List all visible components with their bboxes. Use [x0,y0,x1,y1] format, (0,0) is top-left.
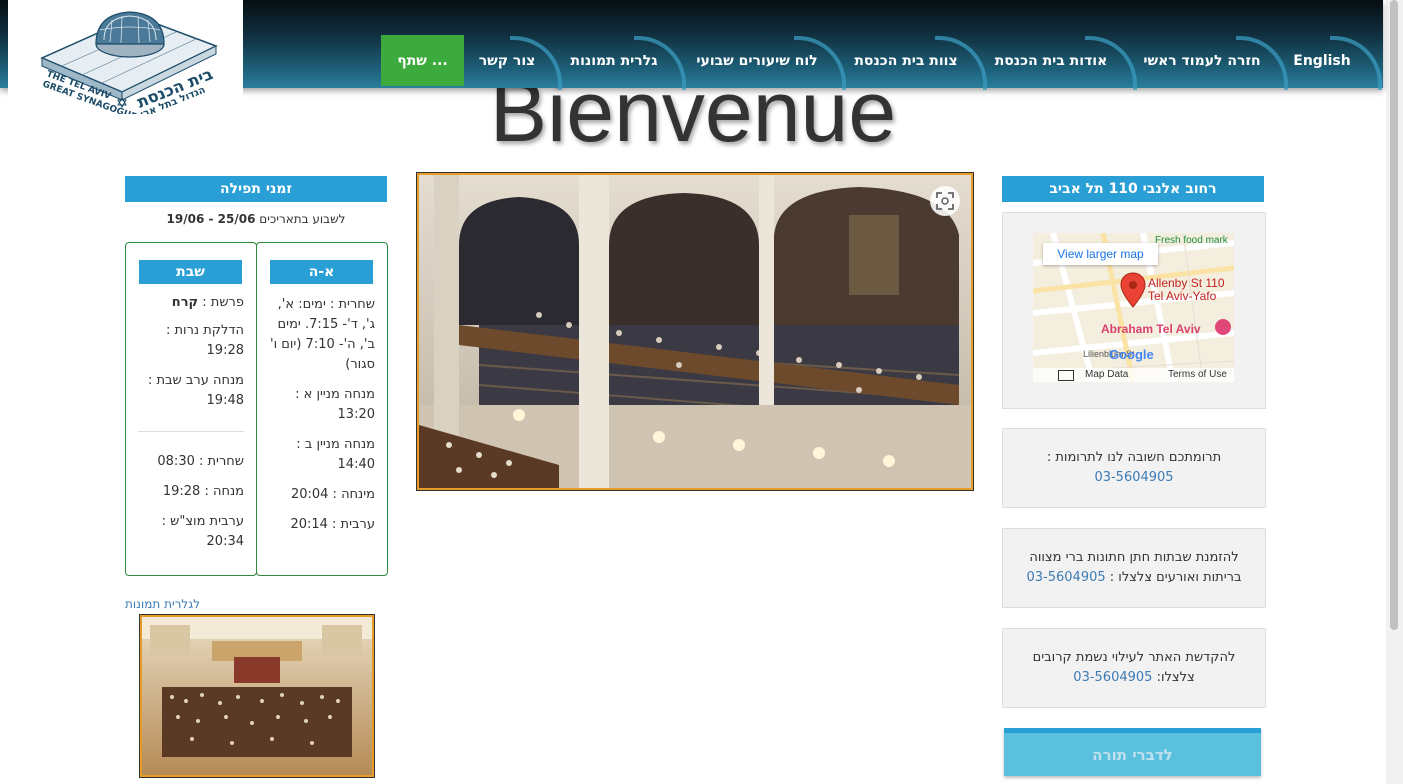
weekday-shacharit: שחרית : ימים: א', ג', ד'- 7:15. ימים ב',… [270,297,375,372]
map-pin-line2: Tel Aviv-Yafo [1148,289,1217,303]
synagogue-logo-icon: בית הכנסת הגדול בתל אביב THE TEL AVIV GR… [40,11,218,114]
shabbat-arvit: ערבית מוצ"ש : 20:34 [161,514,244,549]
map-place-label[interactable]: Abraham Tel Aviv [1101,322,1201,336]
week-label: לשבוע בתאריכים [259,212,346,226]
nav-lessons[interactable]: לוח שיעורים שבועי [688,36,846,90]
view-larger-map-button[interactable]: View larger map [1043,243,1158,265]
shabbat-parasha: פרשת : קרח [138,293,244,313]
map-card: View larger map Allenby St 110 Tel Aviv-… [1002,212,1266,409]
shabbat-candle-lighting: הדלקת נרות : 19:28 [165,323,244,358]
donations-text: תרומתכם חשובה לנו לתרומות : [1046,450,1222,465]
nav-contact[interactable]: צור קשר [472,36,562,90]
weekday-mincha-3: מינחה : 20:04 [290,487,375,502]
map-data-link[interactable]: Map Data [1085,369,1128,380]
nav-staff[interactable]: צוות בית הכנסת [845,36,987,90]
map-pin-label: Allenby St 110 Tel Aviv-Yafo [1148,277,1225,303]
events-card: להזמנת שבתות חתן חתונות ברי מצווה בריתות… [1002,528,1266,608]
shabbat-times-box: שבת פרשת : קרח הדלקת נרות : 19:28 מנחה ע… [125,242,257,576]
torah-words-button[interactable]: לדברי תורה [1004,728,1261,776]
dedication-phone[interactable]: 03-5604905 [1073,670,1152,685]
weekday-times-box: א-ה שחרית : ימים: א', ג', ד'- 7:15. ימים… [256,242,388,576]
address-title: רחוב אלנבי 110 תל אביב [1002,176,1264,202]
map-terms-link[interactable]: Terms of Use [1168,369,1227,380]
nav-home[interactable]: חזרה לעמוד ראשי [1136,36,1288,90]
interior-photo-icon [419,175,971,488]
map-top-label: Fresh food mark [1155,235,1228,246]
gallery-link[interactable]: לגלרית תמונות [125,597,200,611]
shabbat-title: שבת [139,260,242,284]
page-scrollbar[interactable] [1386,0,1403,784]
shabbat-shacharit: שחרית : 08:30 [157,454,244,469]
shabbat-divider [138,431,244,432]
scrollbar-thumb[interactable] [1390,0,1398,630]
shabbat-mincha: מנחה : 19:28 [162,484,244,499]
fullscreen-button[interactable] [930,186,960,216]
google-logo: Google [1109,347,1154,362]
donations-phone[interactable]: 03-5604905 [1047,468,1221,488]
week-range-line: לשבוע בתאריכים 19/06 - 25/06 [125,212,387,226]
donations-card: תרומתכם חשובה לנו לתרומות : 03-5604905 [1002,428,1266,508]
parasha-value: קרח [171,295,199,310]
synagogue-photo[interactable] [417,173,973,490]
google-map[interactable]: View larger map Allenby St 110 Tel Aviv-… [1033,233,1234,382]
weekday-mincha-2: מנחה מניין ב : 14:40 [296,437,375,472]
prayer-times-title: זמני תפילה [125,176,387,202]
parasha-label: פרשת : [202,295,244,310]
logo[interactable]: בית הכנסת הגדול בתל אביב THE TEL AVIV GR… [8,0,243,122]
shabbat-mincha-erev: מנחה ערב שבת : 19:48 [147,373,244,408]
dedication-card: להקדשת האתר לעילוי נשמת קרובים צלצלו: 03… [1002,628,1266,708]
nav-about[interactable]: אודות בית הכנסת [985,36,1137,90]
share-button[interactable]: שתף ... [381,35,464,86]
weekday-mincha-1: מנחה מניין א : 13:20 [295,387,375,422]
weekday-title: א-ה [270,260,373,284]
weekday-arvit: ערבית : 20:14 [290,517,375,532]
keyboard-icon[interactable] [1058,370,1074,381]
gallery-photo-icon [142,617,372,775]
nav-english[interactable]: English [1282,36,1382,90]
week-range: 19/06 - 25/06 [166,212,256,226]
gallery-thumbnail[interactable] [140,615,374,777]
fullscreen-icon [936,192,954,210]
map-footer: Map Data Terms of Use [1033,368,1234,382]
events-phone[interactable]: 03-5604905 [1027,570,1106,585]
nav-gallery[interactable]: גלרית תמונות [562,36,686,90]
